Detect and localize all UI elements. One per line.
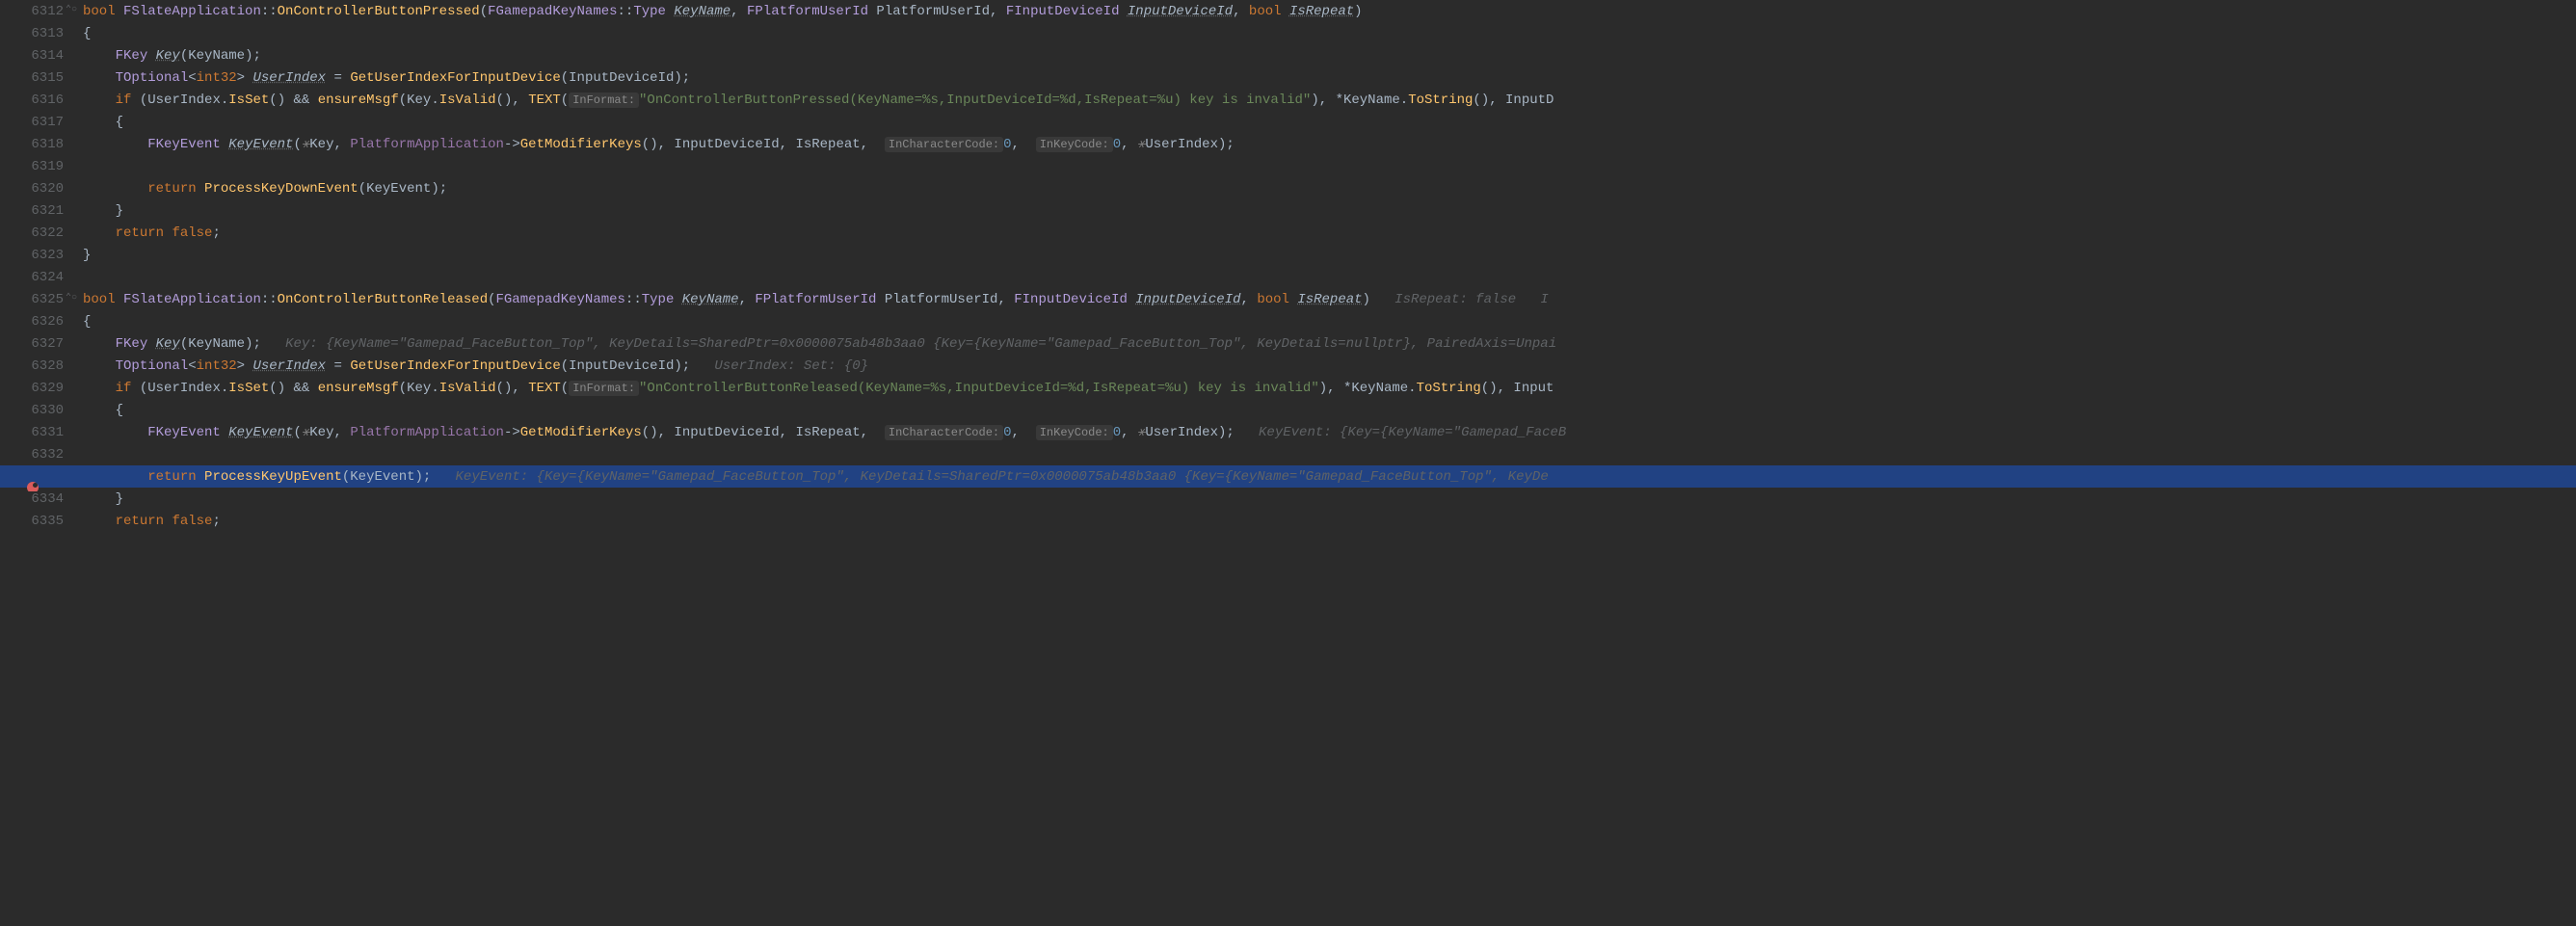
- fold-icon[interactable]: ⌃○: [66, 292, 77, 304]
- code-content[interactable]: if (UserIndex.IsSet() && ensureMsgf(Key.…: [75, 93, 1554, 108]
- line-number: 6328: [0, 358, 75, 374]
- code-line[interactable]: 6320 return ProcessKeyDownEvent(KeyEvent…: [0, 177, 2576, 199]
- code-line[interactable]: 6321 }: [0, 199, 2576, 222]
- code-line[interactable]: 6319: [0, 155, 2576, 177]
- code-line[interactable]: 6318 FKeyEvent KeyEvent(⚹Key, PlatformAp…: [0, 133, 2576, 155]
- code-line[interactable]: 6312⌃○ bool FSlateApplication::OnControl…: [0, 0, 2576, 22]
- line-number: 6327: [0, 336, 75, 352]
- param-hint: InKeyCode:: [1036, 137, 1113, 152]
- code-content[interactable]: }: [75, 248, 91, 263]
- code-content[interactable]: FKeyEvent KeyEvent(⚹Key, PlatformApplica…: [75, 137, 1235, 152]
- line-number: 6312⌃○: [0, 4, 75, 19]
- line-number: 6325⌃○: [0, 292, 75, 307]
- code-line[interactable]: 6334 }: [0, 488, 2576, 510]
- code-editor[interactable]: 6312⌃○ bool FSlateApplication::OnControl…: [0, 0, 2576, 532]
- code-line[interactable]: 6324: [0, 266, 2576, 288]
- code-content[interactable]: {: [75, 115, 123, 130]
- param-hint: InCharacterCode:: [885, 425, 1003, 440]
- code-line[interactable]: 6326 {: [0, 310, 2576, 332]
- code-content[interactable]: return false;: [75, 514, 221, 529]
- code-line[interactable]: 6325⌃○ bool FSlateApplication::OnControl…: [0, 288, 2576, 310]
- code-content[interactable]: if (UserIndex.IsSet() && ensureMsgf(Key.…: [75, 381, 1554, 396]
- line-number: 6321: [0, 203, 75, 219]
- line-number: 6314: [0, 48, 75, 64]
- code-line[interactable]: 6329 if (UserIndex.IsSet() && ensureMsgf…: [0, 377, 2576, 399]
- line-number: 6319: [0, 159, 75, 174]
- line-number: 6332: [0, 447, 75, 463]
- code-content[interactable]: return ProcessKeyDownEvent(KeyEvent);: [75, 181, 447, 197]
- code-line-current[interactable]: return ProcessKeyUpEvent(KeyEvent); KeyE…: [0, 465, 2576, 488]
- code-content[interactable]: return ProcessKeyUpEvent(KeyEvent); KeyE…: [75, 469, 1549, 485]
- inline-debug-value: KeyEvent: {Key={KeyName="Gamepad_FaceBut…: [456, 469, 1549, 485]
- code-content[interactable]: FKeyEvent KeyEvent(⚹Key, PlatformApplica…: [75, 425, 1566, 440]
- code-line[interactable]: 6315 TOptional<int32> UserIndex = GetUse…: [0, 66, 2576, 89]
- line-number: 6326: [0, 314, 75, 330]
- fold-icon[interactable]: ⌃○: [66, 4, 77, 15]
- code-content[interactable]: {: [75, 314, 91, 330]
- code-content[interactable]: FKey Key(KeyName); Key: {KeyName="Gamepa…: [75, 336, 1556, 352]
- line-number: 6331: [0, 425, 75, 440]
- param-hint: InFormat:: [569, 93, 639, 108]
- code-line[interactable]: 6331 FKeyEvent KeyEvent(⚹Key, PlatformAp…: [0, 421, 2576, 443]
- code-content[interactable]: {: [75, 403, 123, 418]
- line-number: 6316: [0, 93, 75, 108]
- inline-debug-value: Key: {KeyName="Gamepad_FaceButton_Top", …: [285, 336, 1556, 352]
- line-number: 6317: [0, 115, 75, 130]
- code-content[interactable]: TOptional<int32> UserIndex = GetUserInde…: [75, 70, 690, 86]
- code-content[interactable]: }: [75, 491, 123, 507]
- code-content[interactable]: bool FSlateApplication::OnControllerButt…: [75, 4, 1363, 19]
- code-line[interactable]: 6313 {: [0, 22, 2576, 44]
- code-line[interactable]: 6330 {: [0, 399, 2576, 421]
- code-line[interactable]: 6322 return false;: [0, 222, 2576, 244]
- param-hint: InKeyCode:: [1036, 425, 1113, 440]
- code-content[interactable]: {: [75, 26, 91, 41]
- code-line[interactable]: 6335 return false;: [0, 510, 2576, 532]
- line-number: 6315: [0, 70, 75, 86]
- code-line[interactable]: 6323 }: [0, 244, 2576, 266]
- param-hint: InCharacterCode:: [885, 137, 1003, 152]
- inline-debug-value: IsRepeat: false I: [1394, 292, 1549, 307]
- line-number: 6313: [0, 26, 75, 41]
- code-line[interactable]: 6332: [0, 443, 2576, 465]
- code-line[interactable]: 6317 {: [0, 111, 2576, 133]
- param-hint: InFormat:: [569, 381, 639, 396]
- code-content[interactable]: }: [75, 203, 123, 219]
- line-number: 6323: [0, 248, 75, 263]
- code-content[interactable]: FKey Key(KeyName);: [75, 48, 261, 64]
- code-line[interactable]: 6314 FKey Key(KeyName);: [0, 44, 2576, 66]
- code-content[interactable]: bool FSlateApplication::OnControllerButt…: [75, 292, 1549, 307]
- line-number: 6329: [0, 381, 75, 396]
- line-number: 6335: [0, 514, 75, 529]
- line-number: 6322: [0, 225, 75, 241]
- code-content[interactable]: return false;: [75, 225, 221, 241]
- line-number: 6324: [0, 270, 75, 285]
- inline-debug-value: KeyEvent: {Key={KeyName="Gamepad_FaceB: [1259, 425, 1566, 440]
- code-content[interactable]: TOptional<int32> UserIndex = GetUserInde…: [75, 358, 868, 374]
- inline-debug-value: UserIndex: Set: {0}: [714, 358, 868, 374]
- code-line[interactable]: 6328 TOptional<int32> UserIndex = GetUse…: [0, 355, 2576, 377]
- line-number: 6334: [0, 491, 75, 507]
- code-line[interactable]: 6316 if (UserIndex.IsSet() && ensureMsgf…: [0, 89, 2576, 111]
- line-number: 6320: [0, 181, 75, 197]
- line-number: 6318: [0, 137, 75, 152]
- line-number: 6330: [0, 403, 75, 418]
- code-line[interactable]: 6327 FKey Key(KeyName); Key: {KeyName="G…: [0, 332, 2576, 355]
